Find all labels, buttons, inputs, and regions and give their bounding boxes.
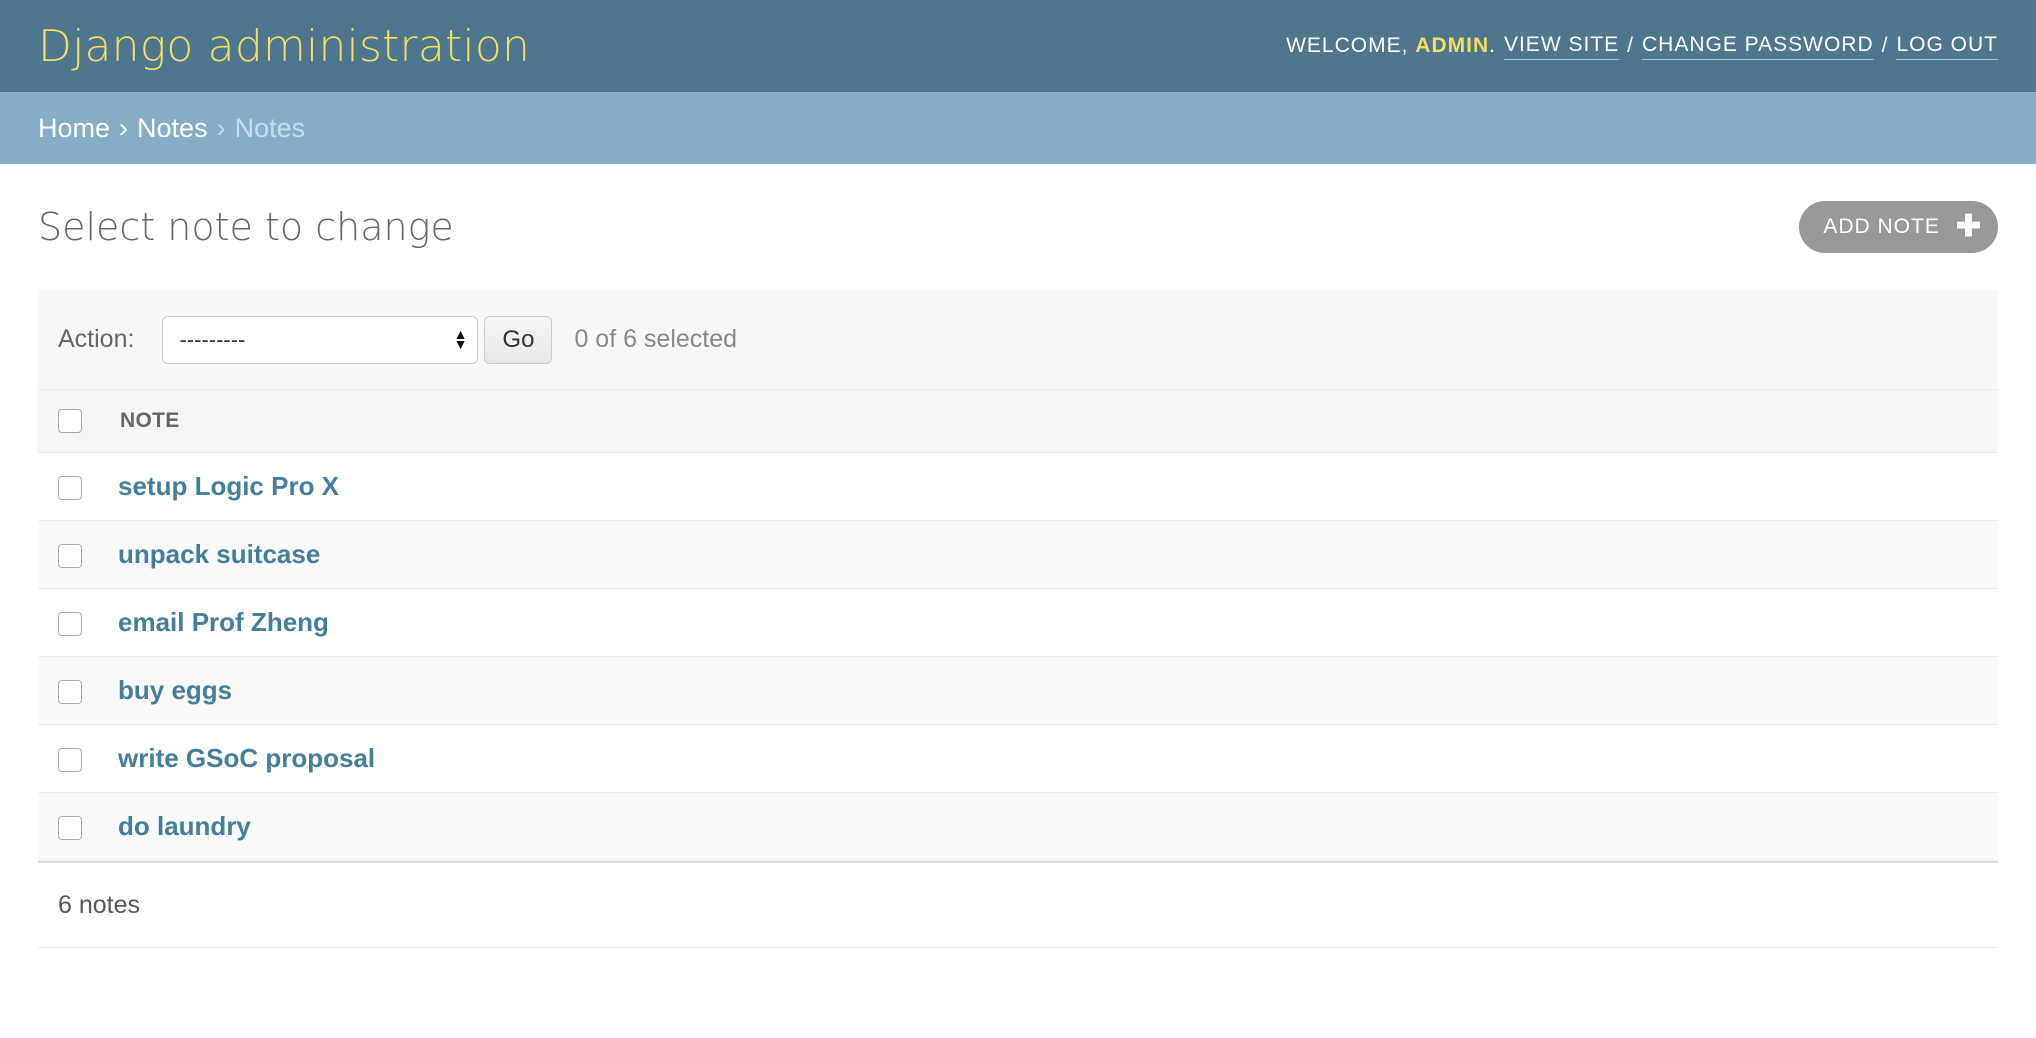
- column-header-note[interactable]: Note: [102, 390, 1998, 453]
- note-link[interactable]: do laundry: [118, 811, 251, 841]
- table-header-row: Note: [38, 390, 1998, 453]
- breadcrumb-current: Notes: [234, 112, 306, 143]
- site-header: Django administration Welcome, admin. Vi…: [0, 0, 2036, 92]
- select-arrows-icon: ▲ ▼: [453, 325, 468, 352]
- breadcrumb-app[interactable]: Notes: [137, 113, 208, 144]
- breadcrumb-separator: ›: [216, 112, 226, 143]
- select-all-checkbox[interactable]: [58, 409, 82, 434]
- change-password-link[interactable]: Change password: [1642, 33, 1874, 60]
- go-button[interactable]: Go: [484, 315, 553, 364]
- table-row: setup Logic Pro X: [38, 452, 1998, 521]
- note-link[interactable]: email Prof Zheng: [118, 607, 329, 637]
- action-label: Action:: [58, 325, 135, 353]
- row-checkbox[interactable]: [58, 612, 82, 637]
- action-bar: Action: --------- ▲ ▼ Go 0 of 6 selected: [38, 290, 1998, 390]
- site-branding[interactable]: Django administration: [38, 21, 530, 72]
- table-row: email Prof Zheng: [38, 588, 1998, 657]
- result-count: 6 notes: [58, 890, 141, 919]
- note-link[interactable]: write GSoC proposal: [118, 743, 375, 773]
- row-checkbox[interactable]: [58, 748, 82, 773]
- username: admin: [1415, 34, 1490, 57]
- note-link[interactable]: buy eggs: [118, 675, 232, 705]
- breadcrumb-home[interactable]: Home: [38, 113, 110, 144]
- row-checkbox[interactable]: [58, 544, 82, 569]
- row-checkbox[interactable]: [58, 680, 82, 705]
- note-link[interactable]: setup Logic Pro X: [118, 471, 339, 501]
- breadcrumb: Home › Notes › Notes: [0, 92, 2036, 164]
- main-content: Select note to change Add note ✚ Action:…: [0, 164, 2036, 948]
- row-checkbox[interactable]: [58, 816, 82, 841]
- breadcrumb-separator: ›: [119, 112, 129, 143]
- paginator: 6 notes: [38, 861, 1998, 948]
- add-note-button[interactable]: Add note ✚: [1799, 201, 1998, 253]
- table-row: unpack suitcase: [38, 520, 1998, 589]
- action-select[interactable]: --------- ▲ ▼: [162, 315, 479, 364]
- welcome-text: Welcome, admin.: [1286, 34, 1496, 57]
- table-row: do laundry: [38, 792, 1998, 861]
- table-row: buy eggs: [38, 656, 1998, 725]
- add-note-label: Add note: [1823, 215, 1940, 238]
- select-all-cell: [38, 390, 102, 453]
- table-row: write GSoC proposal: [38, 724, 1998, 793]
- result-table: Note setup Logic Pro X unpack suitcase e…: [38, 390, 1998, 861]
- log-out-link[interactable]: Log out: [1896, 33, 1998, 60]
- row-checkbox[interactable]: [58, 476, 82, 501]
- user-tools: Welcome, admin. View site / Change passw…: [1286, 33, 1998, 60]
- separator: /: [1881, 34, 1889, 57]
- selection-counter: 0 of 6 selected: [574, 325, 738, 353]
- note-link[interactable]: unpack suitcase: [118, 539, 320, 569]
- page-title: Select note to change: [38, 205, 454, 249]
- plus-icon: ✚: [1955, 210, 1982, 243]
- title-row: Select note to change Add note ✚: [38, 164, 1998, 290]
- separator: /: [1627, 34, 1634, 57]
- action-select-value: ---------: [179, 326, 246, 352]
- view-site-link[interactable]: View site: [1503, 33, 1620, 60]
